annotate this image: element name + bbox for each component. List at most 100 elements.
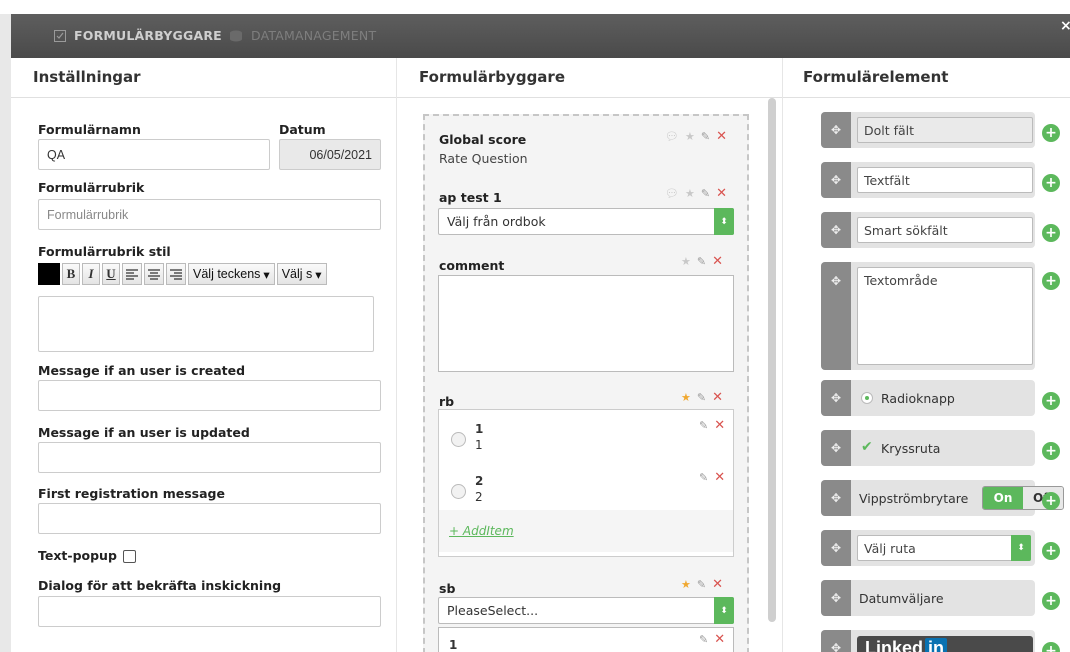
settings-heading: Inställningar: [11, 58, 396, 98]
drag-handle-icon[interactable]: ✥: [821, 112, 851, 148]
item-actions: 💬︎ ★ ✎ ✕: [665, 186, 727, 201]
radio-option-title: 1: [475, 422, 484, 436]
comment-icon[interactable]: 💬︎: [665, 187, 679, 200]
msg-created-input[interactable]: [38, 380, 381, 411]
align-right-icon[interactable]: [166, 263, 186, 285]
form-name-input[interactable]: QA: [38, 139, 270, 170]
star-icon[interactable]: ★: [681, 255, 691, 268]
builder-canvas: Global score Rate Question 💬︎ ★ ✎ ✕ ap t…: [423, 114, 749, 652]
builder-scrollbar[interactable]: [768, 98, 776, 622]
delete-icon[interactable]: ✕: [716, 129, 727, 144]
align-left-icon[interactable]: [122, 263, 142, 285]
underline-button[interactable]: U: [102, 263, 120, 285]
dictionary-select[interactable]: Välj från ordbok ⬍: [438, 208, 734, 235]
msg-updated-input[interactable]: [38, 442, 381, 473]
dictionary-select-value: Välj från ordbok: [447, 214, 546, 229]
star-icon[interactable]: ★: [685, 187, 695, 200]
text-color-button[interactable]: [38, 263, 60, 285]
pencil-icon[interactable]: ✎: [697, 255, 706, 268]
item-actions: ★ ✎ ✕: [681, 390, 723, 405]
close-icon[interactable]: ×: [1060, 18, 1070, 34]
add-radio-icon[interactable]: +: [1042, 392, 1060, 410]
element-hidden-field[interactable]: ✥ Dolt fält: [821, 112, 1035, 148]
select-arrows-icon: ⬍: [1011, 535, 1031, 561]
delete-icon[interactable]: ✕: [712, 254, 723, 269]
delete-icon[interactable]: ✕: [714, 418, 725, 433]
element-select[interactable]: ✥ Välj ruta ⬍: [821, 530, 1035, 566]
font-select[interactable]: Välj teckens ▾: [188, 263, 275, 285]
form-icon: [54, 29, 66, 42]
delete-icon[interactable]: ✕: [714, 632, 725, 647]
add-smart-search-icon[interactable]: +: [1042, 224, 1060, 242]
drag-handle-icon[interactable]: ✥: [821, 380, 851, 416]
star-icon[interactable]: ★: [685, 130, 695, 143]
pencil-icon[interactable]: ✎: [701, 187, 710, 200]
drag-handle-icon[interactable]: ✥: [821, 430, 851, 466]
element-radio[interactable]: ✥ Radioknapp: [821, 380, 1035, 416]
radio-button[interactable]: [451, 484, 466, 499]
italic-button[interactable]: I: [82, 263, 100, 285]
pencil-icon[interactable]: ✎: [699, 471, 708, 484]
delete-icon[interactable]: ✕: [716, 186, 727, 201]
tab-form-builder-label: FORMULÄRBYGGARE: [74, 28, 222, 43]
drag-handle-icon[interactable]: ✥: [821, 212, 851, 248]
element-text-field-label: Textfält: [857, 167, 1033, 193]
item-title: Global score: [439, 132, 527, 147]
form-title-input[interactable]: Formulärrubrik: [38, 199, 381, 230]
add-text-field-icon[interactable]: +: [1042, 174, 1060, 192]
add-hidden-field-icon[interactable]: +: [1042, 124, 1060, 142]
tab-form-builder[interactable]: FORMULÄRBYGGARE: [54, 28, 222, 43]
element-linkedin[interactable]: ✥ Linked in: [821, 630, 1035, 652]
drag-handle-icon[interactable]: ✥: [821, 630, 851, 652]
delete-icon[interactable]: ✕: [714, 470, 725, 485]
item-actions: ★ ✎ ✕: [681, 254, 723, 269]
add-toggle-icon[interactable]: +: [1042, 492, 1060, 510]
drag-handle-icon[interactable]: ✥: [821, 480, 851, 516]
bold-button[interactable]: B: [62, 263, 80, 285]
comment-textarea[interactable]: [438, 275, 734, 372]
element-smart-search-label: Smart sökfält: [857, 217, 1033, 243]
drag-handle-icon[interactable]: ✥: [821, 262, 851, 370]
delete-icon[interactable]: ✕: [712, 390, 723, 405]
add-select-icon[interactable]: +: [1042, 542, 1060, 560]
add-textarea-icon[interactable]: +: [1042, 272, 1060, 290]
add-checkbox-icon[interactable]: +: [1042, 442, 1060, 460]
element-radio-label: Radioknapp: [881, 391, 955, 406]
pencil-icon[interactable]: ✎: [697, 391, 706, 404]
align-center-icon[interactable]: [144, 263, 164, 285]
select-arrows-icon: ⬍: [714, 208, 734, 235]
confirm-dialog-input[interactable]: [38, 596, 381, 627]
drag-handle-icon[interactable]: ✥: [821, 530, 851, 566]
comment-icon[interactable]: 💬︎: [665, 130, 679, 143]
pencil-icon[interactable]: ✎: [699, 633, 708, 646]
first-registration-input[interactable]: [38, 503, 381, 534]
toggle-on: On: [983, 487, 1023, 509]
form-title-style-textarea[interactable]: [38, 296, 374, 352]
add-linkedin-icon[interactable]: +: [1042, 642, 1060, 652]
add-item-link[interactable]: + AddItem: [439, 510, 733, 552]
star-icon[interactable]: ★: [681, 391, 691, 404]
element-checkbox[interactable]: ✥ ✔ Kryssruta: [821, 430, 1035, 466]
radio-option-value: 1: [475, 438, 483, 452]
radio-option[interactable]: 1 1 ✎ ✕: [439, 416, 733, 468]
item-actions: 💬︎ ★ ✎ ✕: [665, 129, 727, 144]
pencil-icon[interactable]: ✎: [701, 130, 710, 143]
pencil-icon[interactable]: ✎: [699, 419, 708, 432]
element-smart-search[interactable]: ✥ Smart sökfält: [821, 212, 1035, 248]
drag-handle-icon[interactable]: ✥: [821, 162, 851, 198]
radio-button[interactable]: [451, 432, 466, 447]
element-text-field[interactable]: ✥ Textfält: [821, 162, 1035, 198]
element-toggle[interactable]: ✥ Vippströmbrytare On Off: [821, 480, 1064, 516]
add-datepicker-icon[interactable]: +: [1042, 592, 1060, 610]
tab-data-management[interactable]: DATAMANAGEMENT: [229, 28, 376, 43]
element-datepicker[interactable]: ✥ Datumväljare: [821, 580, 1035, 616]
pencil-icon[interactable]: ✎: [697, 578, 706, 591]
element-textarea[interactable]: ✥ Textområde: [821, 262, 1035, 370]
delete-icon[interactable]: ✕: [712, 577, 723, 592]
drag-handle-icon[interactable]: ✥: [821, 580, 851, 616]
sb-select[interactable]: PleaseSelect... ⬍: [438, 597, 734, 624]
size-select[interactable]: Välj s ▾: [276, 263, 327, 285]
msg-created-label: Message if an user is created: [38, 363, 246, 378]
text-popup-checkbox[interactable]: [122, 550, 136, 563]
star-icon[interactable]: ★: [681, 578, 691, 591]
